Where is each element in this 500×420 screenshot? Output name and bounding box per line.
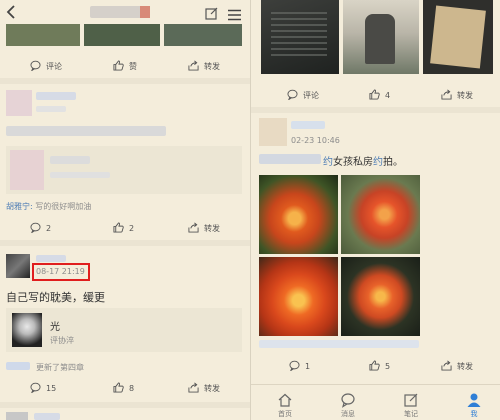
- like-button[interactable]: 4: [369, 89, 390, 102]
- comment-icon: [30, 60, 41, 73]
- shared-novel-card[interactable]: 光 评协淬: [6, 308, 242, 352]
- like-button[interactable]: 5: [369, 360, 390, 373]
- thumbs-up-icon: [369, 360, 380, 373]
- thumbs-up-icon: [113, 382, 124, 395]
- divider: [251, 107, 500, 113]
- post-text-suffix: 拍。: [383, 157, 403, 168]
- tab-home[interactable]: 首页: [265, 392, 305, 419]
- flower-photo-1[interactable]: [259, 175, 338, 254]
- post-time: 02-23 10:46: [291, 136, 340, 145]
- share-icon: [188, 60, 199, 73]
- share-button[interactable]: 转发: [441, 89, 473, 102]
- post-text: 自己写的耽美，缓更: [6, 291, 105, 304]
- share-button[interactable]: 转发: [188, 382, 220, 395]
- top-bar: [0, 0, 250, 24]
- card-thumb-blurred: [10, 150, 44, 190]
- message-icon: [328, 392, 368, 408]
- comment-text: 更新了第四章: [36, 363, 84, 372]
- shared-card-blurred[interactable]: [6, 146, 242, 194]
- blurred-meta: [36, 106, 66, 112]
- share-icon: [188, 382, 199, 395]
- post-time: 08-17 21:19: [36, 267, 85, 276]
- share-icon: [441, 360, 452, 373]
- flower-photo-2[interactable]: [341, 175, 420, 254]
- share-button[interactable]: 转发: [441, 360, 473, 373]
- blurred-username: [36, 92, 76, 100]
- like-button[interactable]: 赞: [113, 60, 137, 73]
- comment-user[interactable]: 胡雅宁:: [6, 202, 33, 211]
- comment-button[interactable]: 15: [30, 382, 56, 395]
- plaque-text-lines: [271, 12, 327, 56]
- post-text-link-1[interactable]: 约: [323, 157, 333, 168]
- left-screen: 评论 赞 转发 胡雅宁: 写的很好啊加油 2 2 转发 08-17 21:19 …: [0, 0, 250, 420]
- post-photo-3[interactable]: [164, 24, 242, 46]
- blurred-comment-user: [6, 362, 30, 370]
- thumbs-up-icon: [369, 89, 380, 102]
- like-button[interactable]: 8: [113, 382, 134, 395]
- post-text-mid: 女孩私房: [333, 157, 373, 168]
- novel-title: 光: [50, 322, 60, 333]
- flower-photo-3[interactable]: [259, 257, 338, 336]
- novel-cover-image: [12, 313, 42, 347]
- statue-silhouette: [365, 14, 395, 64]
- comment-icon: [287, 89, 298, 102]
- comment-icon: [30, 222, 41, 235]
- card-sub-blurred: [50, 172, 110, 178]
- tab-messages[interactable]: 消息: [328, 392, 368, 419]
- notes-icon: [391, 392, 431, 408]
- tab-notes[interactable]: 笔记: [391, 392, 431, 419]
- comment-button[interactable]: 1: [289, 360, 310, 373]
- blurred-username-title-accent: [140, 6, 150, 18]
- thumbs-up-icon: [113, 60, 124, 73]
- comment-text: 写的很好啊加油: [35, 202, 92, 211]
- divider: [0, 240, 250, 246]
- comment-icon: [289, 360, 300, 373]
- blurred-username: [36, 255, 66, 262]
- profile-icon: [454, 392, 494, 408]
- blurred-username: [34, 413, 60, 420]
- back-icon[interactable]: [6, 4, 16, 23]
- post-photo-2[interactable]: [84, 24, 160, 46]
- divider: [0, 402, 250, 408]
- share-button[interactable]: 转发: [188, 222, 220, 235]
- novel-author: 评协淬: [50, 336, 74, 345]
- comment-line: 更新了第四章: [6, 362, 84, 373]
- thumbs-up-icon: [113, 222, 124, 235]
- tab-me[interactable]: 我: [454, 392, 494, 419]
- post-photo-statue[interactable]: [343, 0, 419, 74]
- comment-button[interactable]: 2: [30, 222, 51, 235]
- card-title-blurred: [50, 156, 90, 164]
- right-screen: 评论 4 转发 02-23 10:46 约女孩私房约拍。 1 5 转发 首页 消…: [250, 0, 500, 420]
- blurred-text-prefix: [259, 154, 321, 164]
- comment-icon: [30, 382, 41, 395]
- blurred-username: [291, 121, 325, 129]
- blurred-text: [6, 126, 166, 136]
- post-text-link-2[interactable]: 约: [373, 157, 383, 168]
- avatar-next[interactable]: [6, 412, 28, 420]
- post-photo-sign[interactable]: [423, 0, 493, 74]
- avatar-blurred[interactable]: [259, 118, 287, 146]
- avatar[interactable]: [6, 254, 30, 278]
- post-photo-stone-plaque[interactable]: [261, 0, 339, 74]
- like-button[interactable]: 2: [113, 222, 134, 235]
- comment-line: 胡雅宁: 写的很好啊加油: [6, 201, 91, 212]
- post-photo-1[interactable]: [6, 24, 80, 46]
- share-icon: [188, 222, 199, 235]
- comment-button[interactable]: 评论: [287, 89, 319, 102]
- sign-board: [430, 5, 486, 69]
- share-icon: [441, 89, 452, 102]
- home-icon: [265, 392, 305, 408]
- blurred-comment: [259, 340, 419, 348]
- share-button[interactable]: 转发: [188, 60, 220, 73]
- comment-button[interactable]: 评论: [30, 60, 62, 73]
- menu-icon[interactable]: [228, 6, 241, 25]
- avatar-blurred[interactable]: [6, 90, 32, 116]
- post-text: 约女孩私房约拍。: [259, 153, 403, 168]
- flower-photo-4[interactable]: [341, 257, 420, 336]
- divider: [0, 78, 250, 84]
- edit-icon[interactable]: [205, 5, 218, 24]
